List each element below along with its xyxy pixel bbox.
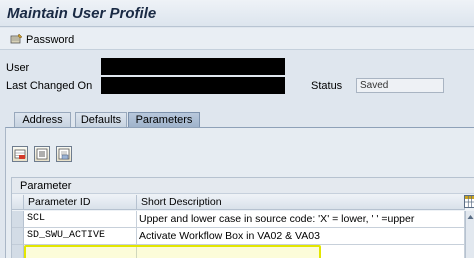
last-changed-label: Last Changed On (6, 80, 93, 92)
short-description-cell (137, 245, 465, 258)
title-bar: Maintain User Profile (0, 0, 474, 27)
row-selector[interactable] (12, 228, 24, 245)
parameter-id-cell[interactable]: SCL (24, 211, 137, 228)
deselect-all-icon (58, 148, 70, 160)
short-description-cell: Activate Workflow Box in VA02 & VA03 (137, 228, 465, 245)
table-settings-icon (465, 196, 474, 207)
deselect-all-button[interactable] (56, 146, 72, 162)
table-vertical-scrollbar[interactable] (465, 211, 474, 258)
parameters-panel: Parameter Parameter ID Short Description… (5, 127, 474, 258)
table-settings-button[interactable] (464, 195, 474, 208)
scroll-up-icon[interactable] (466, 213, 474, 221)
insert-row-button[interactable] (12, 146, 28, 162)
row-selector[interactable] (12, 245, 24, 258)
row-selector[interactable] (12, 211, 24, 228)
column-header-short-description[interactable]: Short Description (137, 195, 465, 210)
password-key-icon (10, 33, 23, 47)
select-all-button[interactable] (34, 146, 50, 162)
status-field: Saved (356, 78, 444, 93)
tab-defaults[interactable]: Defaults (75, 112, 127, 127)
select-all-icon (36, 148, 48, 160)
short-description-cell: Upper and lower case in source code: 'X'… (137, 211, 465, 228)
parameter-id-cell[interactable] (24, 245, 137, 258)
password-button[interactable]: Password (10, 33, 74, 47)
page-title: Maintain User Profile (7, 5, 157, 22)
parameter-table: Parameter Parameter ID Short Description… (11, 177, 474, 258)
password-button-label: Password (26, 34, 75, 46)
user-label: User (6, 62, 30, 74)
status-label: Status (311, 80, 343, 92)
select-all-column-header[interactable] (12, 195, 24, 210)
table-title: Parameter (12, 178, 474, 194)
column-header-parameter-id[interactable]: Parameter ID (24, 195, 137, 210)
user-value-redacted (101, 58, 285, 75)
insert-row-icon (14, 149, 26, 159)
last-changed-value-redacted (101, 77, 285, 94)
tab-address[interactable]: Address (14, 112, 71, 127)
tab-parameters[interactable]: Parameters (128, 112, 200, 127)
application-toolbar: Password (0, 28, 474, 50)
parameter-id-cell[interactable]: SD_SWU_ACTIVE (24, 228, 137, 245)
